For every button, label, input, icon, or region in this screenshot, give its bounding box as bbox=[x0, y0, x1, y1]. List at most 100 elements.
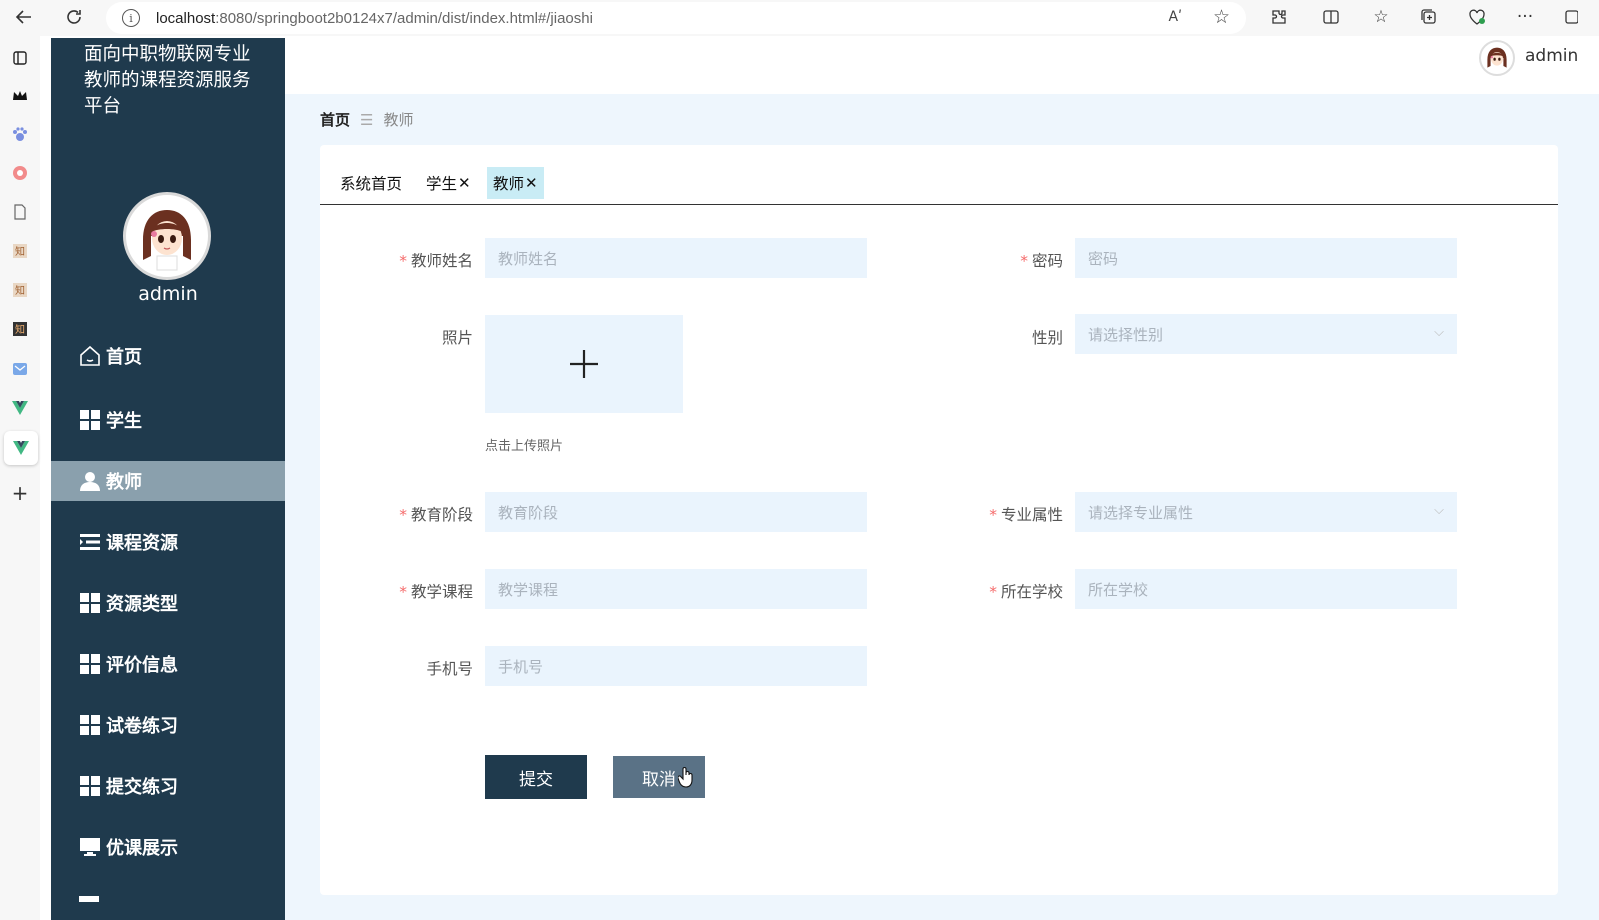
sidebar-item-label: 提交练习 bbox=[106, 777, 178, 798]
read-aloud-icon[interactable]: Aʹ bbox=[1169, 9, 1182, 25]
sidebar-item-exam-practice[interactable]: 试卷练习 bbox=[51, 705, 285, 745]
split-screen-icon[interactable] bbox=[1320, 6, 1342, 28]
password-input[interactable]: 密码 bbox=[1075, 238, 1457, 278]
more-menu-icon[interactable]: ··· bbox=[1514, 6, 1536, 28]
svg-text:知: 知 bbox=[15, 323, 25, 336]
sidebar-item-featured-lessons[interactable]: 优课展示 bbox=[51, 827, 285, 867]
grid-icon bbox=[79, 409, 101, 431]
sidebar-item-label: 优课展示 bbox=[106, 838, 178, 859]
url-text: localhost:8080/springboot2b0124x7/admin/… bbox=[156, 9, 593, 27]
tab-actions-icon[interactable] bbox=[10, 48, 30, 68]
top-header: admin bbox=[285, 38, 1599, 94]
upload-hint: 点击上传照片 bbox=[485, 439, 564, 454]
svg-text:知: 知 bbox=[15, 245, 25, 258]
svg-text:知: 知 bbox=[15, 284, 25, 297]
sidebar-item-label: 课程资源 bbox=[106, 533, 178, 554]
photo-upload-box[interactable] bbox=[485, 315, 683, 413]
phone-label: 手机号 bbox=[426, 660, 473, 678]
list-icon bbox=[79, 531, 101, 553]
education-stage-input[interactable]: 教育阶段 bbox=[485, 492, 867, 532]
sidebar-item-students[interactable]: 学生 bbox=[51, 400, 285, 440]
avatar-girl-icon bbox=[127, 196, 207, 276]
app-sidebar: 面向中职物联网专业教师的课程资源服务平台 admin 首页 学生 教师 课程资源… bbox=[51, 38, 285, 920]
breadcrumb-home[interactable]: 首页 bbox=[320, 109, 350, 130]
breadcrumb: 首页 ☰ 教师 bbox=[320, 109, 413, 130]
zhihu-icon-2[interactable]: 知 bbox=[10, 280, 30, 300]
major-select[interactable]: 请选择专业属性 ⌵ bbox=[1075, 492, 1457, 532]
browser-toolbar: i localhost:8080/springboot2b0124x7/admi… bbox=[0, 0, 1599, 36]
extensions-icon[interactable] bbox=[1268, 6, 1290, 28]
monitor-icon bbox=[79, 836, 101, 858]
sidebar-item-resource-types[interactable]: 资源类型 bbox=[51, 583, 285, 623]
mail-app-icon[interactable] bbox=[10, 359, 30, 379]
tab-students[interactable]: 学生 ✕ bbox=[420, 167, 477, 199]
cancel-label: 取消 bbox=[642, 769, 676, 790]
school-label: * 所在学校 bbox=[989, 583, 1063, 601]
main-content: admin 首页 ☰ 教师 系统首页 学生 ✕ 教师 ✕ * 教师姓名 教师姓名 * 密… bbox=[285, 38, 1599, 920]
sidebar-item-submit-practice[interactable]: 提交练习 bbox=[51, 766, 285, 806]
red-app-icon[interactable] bbox=[10, 163, 30, 183]
favorite-star-icon[interactable]: ☆ bbox=[1213, 6, 1230, 28]
vue-active-tab-icon[interactable] bbox=[4, 431, 38, 465]
gender-placeholder: 请选择性别 bbox=[1088, 325, 1164, 344]
favorites-icon[interactable]: ☆ bbox=[1370, 6, 1392, 28]
tab-system-home[interactable]: 系统首页 bbox=[334, 167, 408, 199]
major-label: * 专业属性 bbox=[989, 506, 1063, 524]
teacher-name-input[interactable]: 教师姓名 bbox=[485, 238, 867, 278]
sidebar-item-label: 首页 bbox=[106, 347, 142, 368]
close-icon[interactable]: ✕ bbox=[525, 174, 538, 192]
teaching-course-input[interactable]: 教学课程 bbox=[485, 569, 867, 609]
crown-icon[interactable] bbox=[10, 86, 30, 106]
reload-icon[interactable] bbox=[62, 5, 86, 29]
grid-icon bbox=[79, 592, 101, 614]
tab-bar: 系统首页 学生 ✕ 教师 ✕ bbox=[320, 145, 1558, 205]
sidebar-next-item-icon-partial bbox=[79, 896, 99, 902]
hand-cursor-icon bbox=[677, 766, 694, 792]
avatar-girl-icon bbox=[1487, 47, 1507, 68]
grid-icon bbox=[79, 653, 101, 675]
sidebar-item-home[interactable]: 首页 bbox=[51, 336, 285, 376]
zhihu-icon-3[interactable]: 知 bbox=[10, 319, 30, 339]
vue-icon[interactable] bbox=[10, 398, 30, 418]
sidebar-item-teachers[interactable]: 教师 bbox=[51, 461, 285, 501]
name-label: * 教师姓名 bbox=[399, 252, 473, 270]
sidebar-item-reviews[interactable]: 评价信息 bbox=[51, 644, 285, 684]
major-placeholder: 请选择专业属性 bbox=[1088, 503, 1194, 522]
sidebar-username: admin bbox=[138, 283, 198, 305]
address-bar[interactable]: i localhost:8080/springboot2b0124x7/admi… bbox=[106, 2, 1246, 34]
tab-label: 系统首页 bbox=[340, 175, 403, 193]
phone-input[interactable]: 手机号 bbox=[485, 646, 867, 686]
school-input[interactable]: 所在学校 bbox=[1075, 569, 1457, 609]
sidebar-item-course-resources[interactable]: 课程资源 bbox=[51, 522, 285, 562]
submit-button[interactable]: 提交 bbox=[485, 755, 587, 799]
sidebar-item-label: 试卷练习 bbox=[106, 716, 178, 737]
document-icon[interactable] bbox=[10, 202, 30, 222]
breadcrumb-separator-icon: ☰ bbox=[360, 110, 374, 129]
copilot-icon[interactable] bbox=[1560, 6, 1582, 28]
browser-sidebar: 知 知 知 + bbox=[0, 36, 40, 920]
zhihu-icon-1[interactable]: 知 bbox=[10, 241, 30, 261]
close-icon[interactable]: ✕ bbox=[458, 174, 471, 192]
gender-select[interactable]: 请选择性别 ⌵ bbox=[1075, 314, 1457, 354]
sidebar-item-label: 学生 bbox=[106, 411, 142, 432]
stage-label: * 教育阶段 bbox=[399, 506, 473, 524]
add-tab-icon[interactable]: + bbox=[10, 481, 30, 505]
user-icon bbox=[79, 470, 101, 492]
browser-essentials-icon[interactable] bbox=[1466, 6, 1488, 28]
grid-icon bbox=[79, 714, 101, 736]
user-avatar bbox=[123, 192, 211, 280]
baidu-paw-icon[interactable] bbox=[10, 124, 30, 144]
app-title: 面向中职物联网专业教师的课程资源服务平台 bbox=[84, 44, 251, 117]
password-label: * 密码 bbox=[1020, 252, 1063, 270]
site-info-icon[interactable]: i bbox=[122, 9, 140, 27]
tab-label: 教师 bbox=[493, 175, 525, 193]
header-avatar[interactable] bbox=[1479, 40, 1515, 76]
sidebar-item-label: 资源类型 bbox=[106, 594, 178, 615]
tab-teachers[interactable]: 教师 ✕ bbox=[487, 167, 544, 199]
sidebar-item-label: 评价信息 bbox=[106, 655, 178, 676]
home-icon bbox=[79, 345, 101, 367]
chevron-down-icon: ⌵ bbox=[1434, 503, 1444, 518]
collections-icon[interactable] bbox=[1418, 6, 1440, 28]
back-arrow-icon[interactable] bbox=[12, 5, 36, 29]
header-username[interactable]: admin bbox=[1525, 46, 1578, 66]
